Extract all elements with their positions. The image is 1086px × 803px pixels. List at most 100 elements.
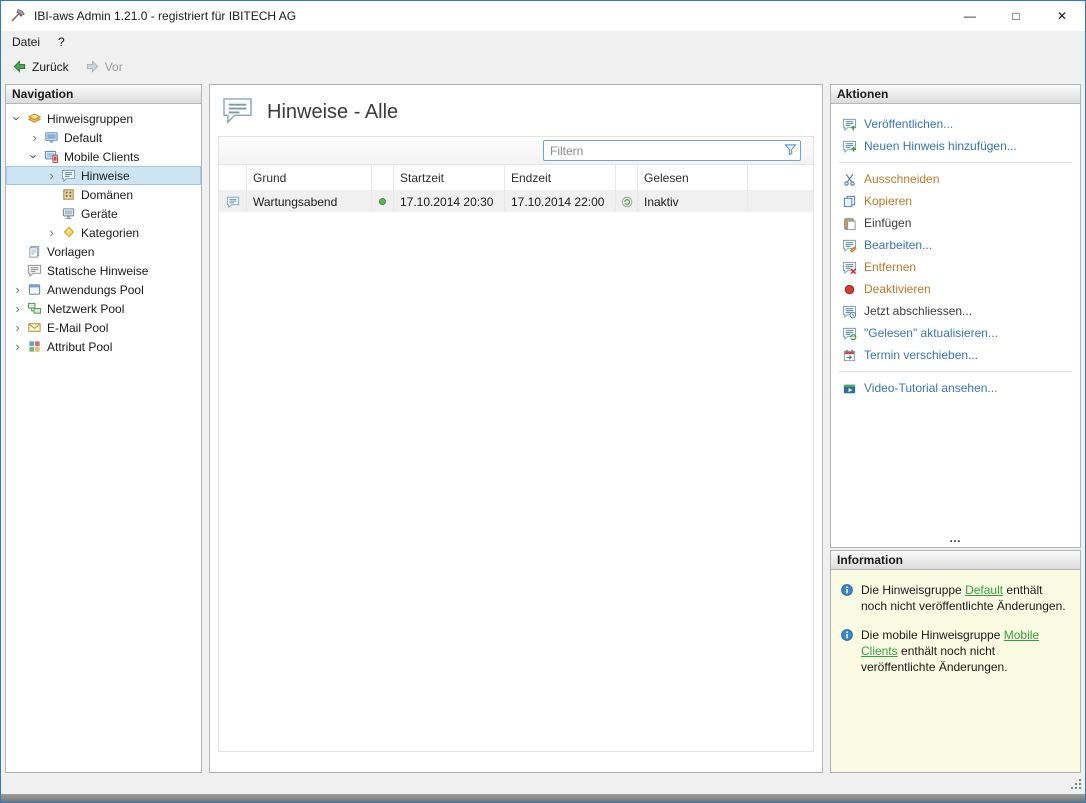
forward-button[interactable]: Vor (79, 57, 129, 76)
action-label: Entfernen (864, 260, 916, 274)
table-row[interactable]: Wartungsabend 17.10.2014 20:30 17.10.201… (219, 191, 813, 212)
devices-icon (59, 206, 77, 222)
action-termin-verschieben[interactable]: Termin verschieben... (831, 344, 1080, 366)
filter-funnel-icon[interactable] (784, 143, 797, 159)
forward-label: Vor (105, 60, 123, 74)
action-entfernen[interactable]: Entfernen (831, 256, 1080, 278)
expander-icon[interactable] (44, 225, 59, 240)
column-endzeit[interactable]: Endzeit (505, 165, 616, 191)
action-bearbeiten[interactable]: Bearbeiten... (831, 234, 1080, 256)
update-read-icon (841, 326, 857, 341)
add-notice-icon (841, 139, 857, 154)
action-deaktivieren[interactable]: Deaktivieren (831, 278, 1080, 300)
column-icon[interactable] (219, 165, 247, 191)
column-startzeit[interactable]: Startzeit (394, 165, 505, 191)
computer-icon (42, 130, 60, 146)
cell-gelesen: Inaktiv (638, 191, 748, 212)
action-jetzt-abschliessen[interactable]: Jetzt abschliessen... (831, 300, 1080, 322)
tree-item-kategorien[interactable]: Kategorien (6, 223, 201, 242)
actions-header: Aktionen (831, 85, 1080, 104)
tree-item-email-pool[interactable]: E-Mail Pool (6, 318, 201, 337)
action-label: Kopieren (864, 194, 912, 208)
cell-startzeit: 17.10.2014 20:30 (394, 191, 505, 212)
tree-item-label: E-Mail Pool (43, 321, 113, 335)
default-group-link[interactable]: Default (965, 583, 1003, 597)
expander-icon[interactable] (10, 320, 25, 335)
action-label: Bearbeiten... (864, 238, 932, 252)
action-label: Jetzt abschliessen... (864, 304, 972, 318)
info-icon (840, 628, 854, 675)
back-button[interactable]: Zurück (6, 57, 75, 76)
back-arrow-icon (12, 59, 27, 74)
expander-icon[interactable] (10, 339, 25, 354)
information-header: Information (831, 551, 1080, 570)
tree-item-netzwerk-pool[interactable]: Netzwerk Pool (6, 299, 201, 318)
notices-list-view: Grund Startzeit Endzeit Gelesen Wartungs… (218, 136, 814, 752)
status-bar (1, 780, 1085, 802)
tree-item-mobile-clients[interactable]: Mobile Clients (6, 147, 201, 166)
tree-item-label: Domänen (77, 188, 138, 202)
column-gelesen[interactable]: Gelesen (638, 165, 748, 191)
expander-icon[interactable] (10, 301, 25, 316)
action-label: Einfügen (864, 216, 911, 230)
cut-icon (841, 172, 857, 187)
menu-datei[interactable]: Datei (3, 31, 49, 53)
close-button[interactable]: ✕ (1039, 1, 1085, 31)
tree-item-hinweisgruppen[interactable]: Hinweisgruppen (6, 109, 201, 128)
expander-icon[interactable] (27, 130, 42, 145)
tree-item-default[interactable]: Default (6, 128, 201, 147)
tree-item-geraete[interactable]: Geräte (6, 204, 201, 223)
column-gelesen-icon[interactable] (616, 165, 638, 191)
menu-help[interactable]: ? (49, 31, 74, 53)
expander-icon[interactable] (44, 168, 59, 183)
forward-arrow-icon (85, 59, 100, 74)
action-ausschneiden[interactable]: Ausschneiden (831, 168, 1080, 190)
action-label: Deaktivieren (864, 282, 931, 296)
navigation-tree: Hinweisgruppen Default Mobile Clients (6, 104, 201, 356)
active-status-dot (372, 191, 394, 212)
tree-item-anwendungs-pool[interactable]: Anwendungs Pool (6, 280, 201, 299)
action-neuen-hinweis[interactable]: Neuen Hinweis hinzufügen... (831, 135, 1080, 157)
info-item-mobile-clients: Die mobile Hinweisgruppe Mobile Clients … (840, 627, 1072, 675)
action-kopieren[interactable]: Kopieren (831, 190, 1080, 212)
email-pool-icon (25, 320, 43, 336)
action-label: Veröffentlichen... (864, 117, 953, 131)
tree-item-label: Attribut Pool (43, 340, 117, 354)
minimize-button[interactable]: — (947, 1, 993, 31)
mobile-clients-icon (42, 149, 60, 165)
expander-icon[interactable] (10, 111, 25, 126)
action-veroeffentlichen[interactable]: Veröffentlichen... (831, 113, 1080, 135)
tree-item-attribut-pool[interactable]: Attribut Pool (6, 337, 201, 356)
tree-item-hinweise[interactable]: Hinweise (6, 166, 201, 185)
window-title: IBI-aws Admin 1.21.0 - registriert für I… (34, 9, 296, 23)
tree-item-label: Netzwerk Pool (43, 302, 129, 316)
action-gelesen-aktualisieren[interactable]: "Gelesen" aktualisieren... (831, 322, 1080, 344)
column-filler (748, 165, 813, 191)
action-einfuegen[interactable]: Einfügen (831, 212, 1080, 234)
action-label: Neuen Hinweis hinzufügen... (864, 139, 1017, 153)
app-icon (10, 8, 27, 25)
tree-item-vorlagen[interactable]: Vorlagen (6, 242, 201, 261)
deactivate-icon (841, 282, 857, 297)
maximize-button[interactable]: □ (993, 1, 1039, 31)
tree-item-statische-hinweise[interactable]: Statische Hinweise (6, 261, 201, 280)
publish-icon (841, 117, 857, 132)
resize-grip[interactable] (1070, 778, 1082, 793)
action-label: Video-Tutorial ansehen... (864, 381, 997, 395)
move-appointment-icon (841, 348, 857, 363)
action-video-tutorial[interactable]: Video-Tutorial ansehen... (831, 377, 1080, 399)
action-label: Ausschneiden (864, 172, 939, 186)
column-status[interactable] (372, 165, 394, 191)
notice-icon (59, 168, 77, 184)
panel-splitter-handle[interactable]: … (831, 534, 1080, 547)
column-grund[interactable]: Grund (247, 165, 372, 191)
expander-icon[interactable] (10, 282, 25, 297)
info-text: Die Hinweisgruppe Default enthält noch n… (861, 582, 1067, 614)
tree-item-label: Hinweise (77, 169, 135, 183)
expander-icon[interactable] (27, 149, 42, 164)
static-notices-icon (25, 263, 43, 279)
tree-item-domaenen[interactable]: Domänen (6, 185, 201, 204)
categories-icon (59, 225, 77, 241)
information-body: Die Hinweisgruppe Default enthält noch n… (831, 570, 1080, 772)
filter-input[interactable] (543, 140, 801, 161)
